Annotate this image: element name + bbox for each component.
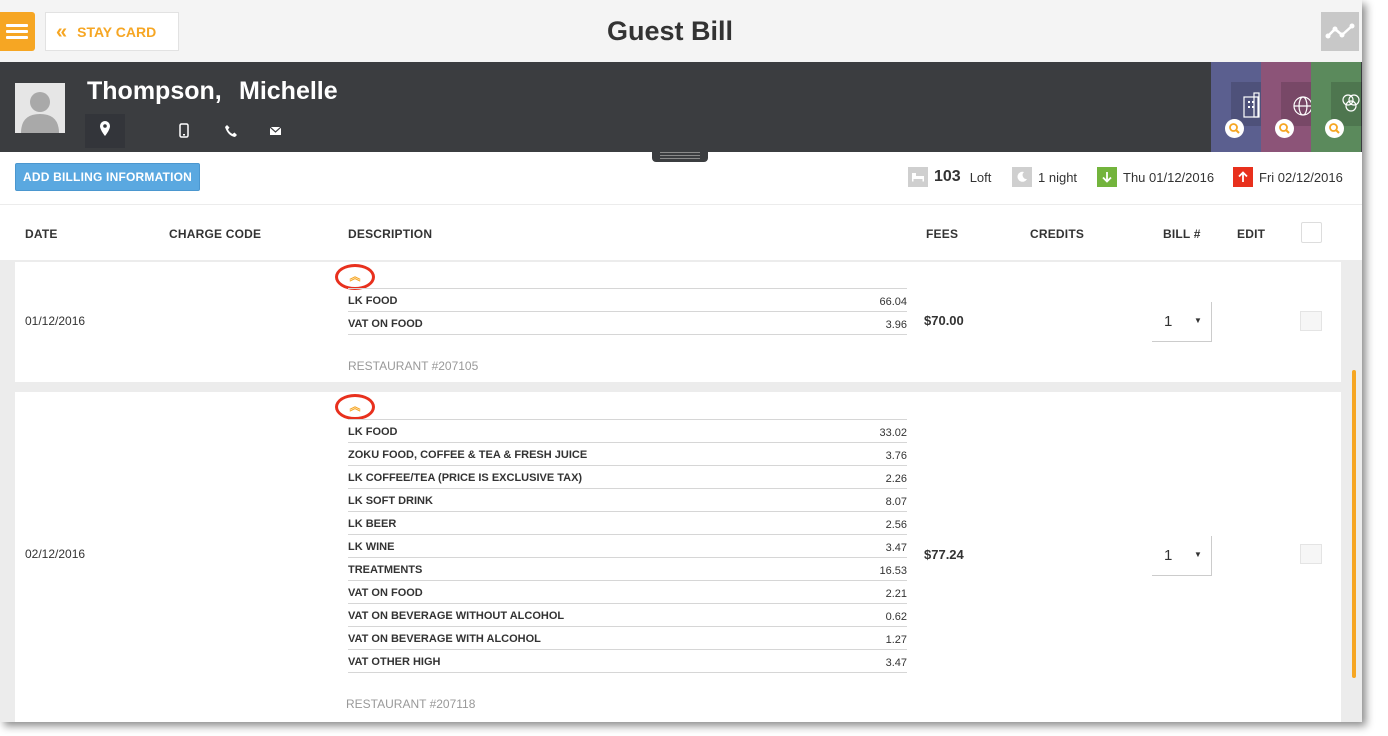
column-date: DATE <box>25 227 58 241</box>
search-icon <box>1275 119 1294 138</box>
nights-info: 1 night <box>1012 166 1077 188</box>
group-icon <box>1342 94 1360 112</box>
row-date: 02/12/2016 <box>25 547 86 561</box>
arrival-info: Thu 01/12/2016 <box>1097 166 1214 188</box>
select-all-checkbox[interactable] <box>1301 222 1322 243</box>
list-item: LK SOFT DRINK 8.07 <box>348 489 907 512</box>
moon-icon <box>1012 167 1032 187</box>
location-button[interactable] <box>85 114 125 148</box>
list-item: TREATMENTS 16.53 <box>348 558 907 581</box>
bill-number-select[interactable]: 1 ▼ <box>1152 536 1212 576</box>
list-item: LK FOOD 33.02 <box>348 420 907 443</box>
room-info: 103 Loft <box>908 166 991 188</box>
email-icon[interactable] <box>269 125 283 137</box>
list-item: VAT OTHER HIGH 3.47 <box>348 650 907 673</box>
search-icon <box>1325 119 1344 138</box>
room-number: 103 <box>934 168 961 185</box>
table-header: DATE CHARGE CODE DESCRIPTION FEES CREDIT… <box>0 204 1362 260</box>
mobile-icon[interactable] <box>178 123 190 139</box>
guest-last-name[interactable]: Thompson, <box>87 77 222 106</box>
column-charge-code: CHARGE CODE <box>169 227 262 241</box>
location-icon <box>100 121 110 136</box>
collapse-chevron-icon: ︽ <box>349 400 361 413</box>
departure-date: Fri 02/12/2016 <box>1259 169 1343 185</box>
departure-arrow-icon <box>1233 167 1253 187</box>
bill-number-select[interactable]: 1 ▼ <box>1152 302 1212 342</box>
collapse-toggle[interactable]: ︽ <box>335 264 375 290</box>
collapse-chevron-icon: ︽ <box>349 270 361 283</box>
row-fees: $77.24 <box>924 547 964 562</box>
search-icon <box>1225 119 1244 138</box>
list-item: VAT ON BEVERAGE WITH ALCOHOL 1.27 <box>348 627 907 650</box>
charge-reference: RESTAURANT #207118 <box>346 697 476 711</box>
guest-bill-window: « STAY CARD Guest Bill Thompson, Michell… <box>0 0 1362 722</box>
list-item: LK WINE 3.47 <box>348 535 907 558</box>
row-fees: $70.00 <box>924 313 964 328</box>
guest-first-name[interactable]: Michelle <box>239 77 338 106</box>
table-row: 01/12/2016 ︽ LK FOOD 66.04 VAT ON FOOD 3… <box>15 262 1341 382</box>
page-title: Guest Bill <box>606 16 734 46</box>
row-checkbox[interactable] <box>1300 311 1322 331</box>
graph-icon <box>1325 23 1355 39</box>
company-card-icon <box>1243 92 1260 118</box>
list-item: VAT ON FOOD 3.96 <box>348 312 907 335</box>
room-type: Loft <box>969 169 992 185</box>
header-drag-handle[interactable] <box>652 150 708 162</box>
list-item: VAT ON FOOD 2.21 <box>348 581 907 604</box>
graph-button[interactable] <box>1321 12 1359 51</box>
guest-header: Thompson, Michelle <box>0 62 1362 152</box>
add-billing-information-button[interactable]: ADD BILLING INFORMATION <box>15 163 200 191</box>
list-item: LK FOOD 66.04 <box>348 289 907 312</box>
caret-down-icon: ▼ <box>1194 550 1202 559</box>
column-description: DESCRIPTION <box>348 227 433 241</box>
company-card-tab[interactable] <box>1211 62 1271 152</box>
phone-icon[interactable] <box>224 124 238 138</box>
departure-info: Fri 02/12/2016 <box>1233 166 1343 188</box>
list-item: LK COFFEE/TEA (PRICE IS EXCLUSIVE TAX) 2.… <box>348 466 907 489</box>
top-bar: « STAY CARD Guest Bill <box>0 0 1362 62</box>
scrollbar[interactable] <box>1352 370 1356 678</box>
collapse-toggle[interactable]: ︽ <box>335 394 375 420</box>
nights-count: 1 night <box>1038 169 1078 185</box>
charge-reference: RESTAURANT #207105 <box>348 359 479 373</box>
charge-items: LK FOOD 33.02 ZOKU FOOD, COFFEE & TEA & F… <box>348 419 907 673</box>
caret-down-icon: ▼ <box>1194 316 1202 325</box>
bed-icon <box>908 167 928 187</box>
column-credits: CREDITS <box>1030 227 1085 241</box>
list-item: VAT ON BEVERAGE WITHOUT ALCOHOL 0.62 <box>348 604 907 627</box>
column-edit: EDIT <box>1237 227 1266 241</box>
avatar-icon[interactable] <box>15 83 65 133</box>
charge-items: LK FOOD 66.04 VAT ON FOOD 3.96 <box>348 288 907 335</box>
arrival-date: Thu 01/12/2016 <box>1123 169 1215 185</box>
list-item: ZOKU FOOD, COFFEE & TEA & FRESH JUICE 3.7… <box>348 443 907 466</box>
column-bill-number: BILL # <box>1163 227 1201 241</box>
list-item: LK BEER 2.56 <box>348 512 907 535</box>
table-row: 02/12/2016 ︽ LK FOOD 33.02 ZOKU FOOD, COF… <box>15 392 1341 722</box>
group-tab[interactable] <box>1311 62 1362 152</box>
arrival-arrow-icon <box>1097 167 1117 187</box>
travel-agent-tab[interactable] <box>1261 62 1321 152</box>
row-checkbox[interactable] <box>1300 544 1322 564</box>
row-date: 01/12/2016 <box>25 314 86 328</box>
column-fees: FEES <box>926 227 959 241</box>
